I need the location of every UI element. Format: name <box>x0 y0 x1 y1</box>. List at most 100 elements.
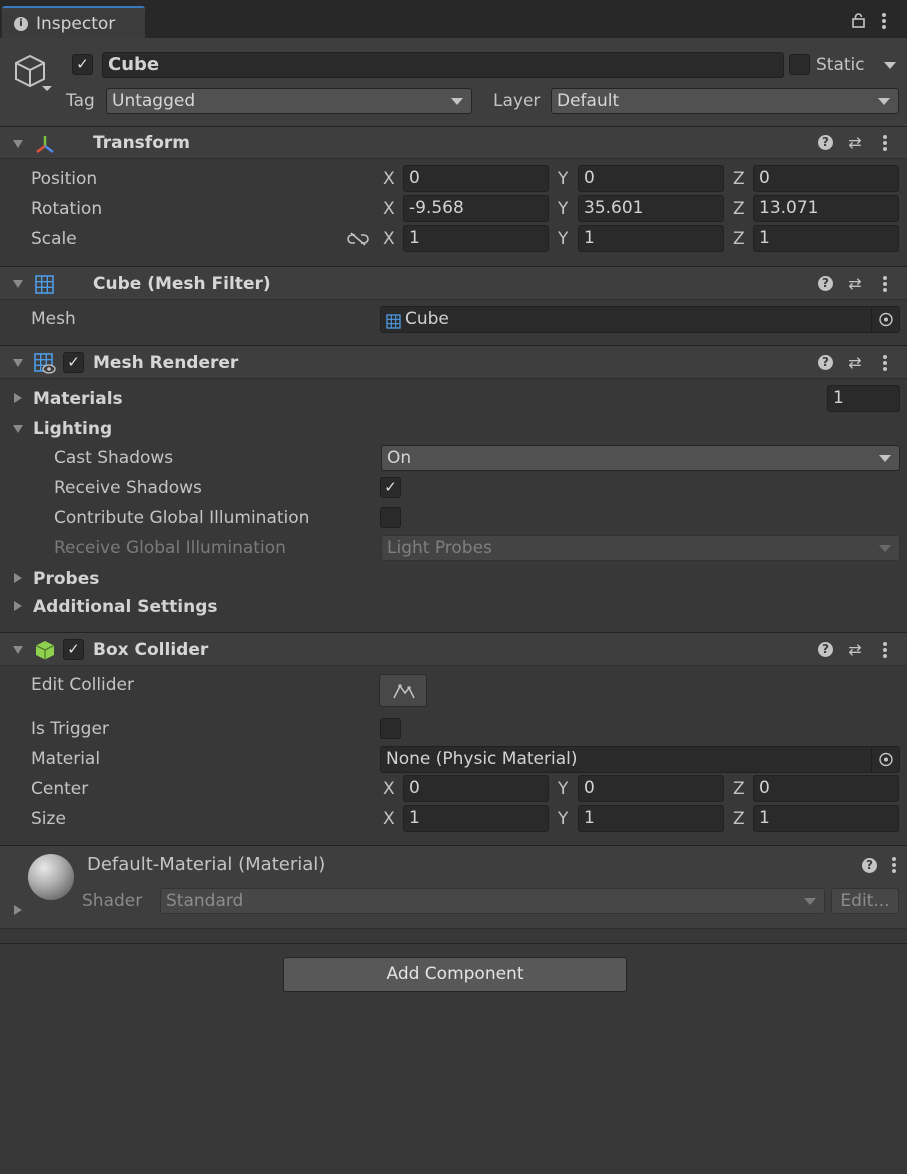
fold-arrow-icon[interactable] <box>13 140 23 148</box>
fold-arrow-icon[interactable] <box>13 646 23 654</box>
preset-icon[interactable]: ⇄ <box>846 640 864 660</box>
axis-x-label[interactable]: X <box>383 809 395 829</box>
axis-z-label[interactable]: Z <box>733 779 745 799</box>
component-menu-icon[interactable] <box>880 641 890 659</box>
preset-icon[interactable]: ⇄ <box>846 353 864 373</box>
material-preview-sphere[interactable] <box>28 854 74 900</box>
help-icon[interactable]: ? <box>818 276 833 291</box>
active-checkbox[interactable]: ✓ <box>72 54 93 75</box>
contribute-gi-label: Contribute Global Illumination <box>54 508 310 528</box>
axis-x-label[interactable]: X <box>383 779 395 799</box>
axis-z-label[interactable]: Z <box>733 809 745 829</box>
position-x-field[interactable]: 0 <box>403 165 549 192</box>
additional-settings-label[interactable]: Additional Settings <box>33 597 218 617</box>
rotation-y-field[interactable]: 35.601 <box>578 195 724 222</box>
preset-icon[interactable]: ⇄ <box>846 274 864 294</box>
position-y-field[interactable]: 0 <box>578 165 724 192</box>
mesh-filter-title: Cube (Mesh Filter) <box>93 274 271 294</box>
axis-y-label[interactable]: Y <box>558 169 568 189</box>
tab-inspector[interactable]: i Inspector <box>2 6 145 39</box>
center-z-field[interactable]: 0 <box>753 775 899 802</box>
fold-right-icon[interactable] <box>14 601 22 611</box>
static-dropdown-arrow[interactable] <box>884 62 896 69</box>
scale-z-field[interactable]: 1 <box>753 225 899 252</box>
chevron-down-icon <box>879 545 891 552</box>
cube-object-icon[interactable] <box>12 52 56 96</box>
position-z-field[interactable]: 0 <box>753 165 899 192</box>
axis-z-label[interactable]: Z <box>733 169 745 189</box>
lock-icon[interactable] <box>852 13 865 28</box>
component-menu-icon[interactable] <box>880 275 890 293</box>
materials-count-field[interactable]: 1 <box>827 385 900 412</box>
material-menu-icon[interactable] <box>889 856 899 874</box>
help-icon[interactable]: ? <box>818 355 833 370</box>
mesh-object-field[interactable]: Cube <box>380 306 900 333</box>
help-icon[interactable]: ? <box>818 642 833 657</box>
axis-x-label[interactable]: X <box>383 229 395 249</box>
scale-x-field[interactable]: 1 <box>403 225 549 252</box>
center-y-field[interactable]: 0 <box>578 775 724 802</box>
is-trigger-label: Is Trigger <box>31 719 109 739</box>
object-picker-icon[interactable] <box>871 747 899 772</box>
layer-label: Layer <box>493 91 541 111</box>
axis-y-label[interactable]: Y <box>558 229 568 249</box>
receive-shadows-checkbox[interactable]: ✓ <box>380 477 401 498</box>
axis-y-label[interactable]: Y <box>558 779 568 799</box>
box-collider-header[interactable]: ✓ Box Collider ? ⇄ <box>0 632 907 666</box>
fold-arrow-icon[interactable] <box>13 359 23 367</box>
transform-header[interactable]: Transform ? ⇄ <box>0 126 907 159</box>
mesh-renderer-enabled-checkbox[interactable]: ✓ <box>63 352 84 373</box>
unlinked-scale-icon[interactable] <box>347 231 369 247</box>
static-checkbox[interactable] <box>789 54 810 75</box>
mesh-label: Mesh <box>31 309 76 329</box>
probes-label[interactable]: Probes <box>33 569 99 589</box>
preset-icon[interactable]: ⇄ <box>846 133 864 153</box>
mesh-renderer-header[interactable]: ✓ Mesh Renderer ? ⇄ <box>0 345 907 379</box>
box-collider-enabled-checkbox[interactable]: ✓ <box>63 639 84 660</box>
axis-z-label[interactable]: Z <box>733 199 745 219</box>
fold-right-icon[interactable] <box>14 393 22 403</box>
axis-z-label[interactable]: Z <box>733 229 745 249</box>
fold-arrow-icon[interactable] <box>13 280 23 288</box>
rotation-z-field[interactable]: 13.071 <box>753 195 899 222</box>
tag-dropdown[interactable]: Untagged <box>106 88 472 114</box>
center-x-field[interactable]: 0 <box>403 775 549 802</box>
axis-y-label[interactable]: Y <box>558 199 568 219</box>
fold-right-icon[interactable] <box>14 905 22 915</box>
physic-material-label: Material <box>31 749 101 769</box>
add-component-label: Add Component <box>386 964 524 984</box>
gameobject-name-field[interactable]: Cube <box>102 52 784 78</box>
shader-label: Shader <box>82 891 143 911</box>
edit-collider-button[interactable] <box>379 674 427 707</box>
shader-dropdown[interactable]: Standard <box>160 888 825 914</box>
edit-shader-button[interactable]: Edit... <box>831 888 899 914</box>
size-z-field[interactable]: 1 <box>753 805 899 832</box>
add-component-button[interactable]: Add Component <box>283 957 627 992</box>
physic-material-field[interactable]: None (Physic Material) <box>380 746 900 773</box>
mesh-filter-header[interactable]: Cube (Mesh Filter) ? ⇄ <box>0 266 907 300</box>
axis-x-label[interactable]: X <box>383 169 395 189</box>
axis-x-label[interactable]: X <box>383 199 395 219</box>
object-picker-icon[interactable] <box>871 307 899 332</box>
fold-arrow-icon[interactable] <box>13 425 23 433</box>
chevron-down-icon <box>878 98 890 105</box>
more-options-icon[interactable] <box>879 12 889 30</box>
materials-label[interactable]: Materials <box>33 389 123 409</box>
cast-shadows-dropdown[interactable]: On <box>381 445 900 471</box>
layer-dropdown[interactable]: Default <box>551 88 899 114</box>
size-x-field[interactable]: 1 <box>403 805 549 832</box>
component-menu-icon[interactable] <box>880 134 890 152</box>
component-menu-icon[interactable] <box>880 354 890 372</box>
is-trigger-checkbox[interactable] <box>380 718 401 739</box>
size-y-field[interactable]: 1 <box>578 805 724 832</box>
lighting-label[interactable]: Lighting <box>33 419 112 439</box>
help-icon[interactable]: ? <box>862 858 877 873</box>
contribute-gi-checkbox[interactable] <box>380 507 401 528</box>
axis-y-label[interactable]: Y <box>558 809 568 829</box>
rotation-x-field[interactable]: -9.568 <box>403 195 549 222</box>
fold-right-icon[interactable] <box>14 573 22 583</box>
scale-y-field[interactable]: 1 <box>578 225 724 252</box>
help-icon[interactable]: ? <box>818 135 833 150</box>
receive-shadows-label: Receive Shadows <box>54 478 202 498</box>
shader-value: Standard <box>166 891 244 911</box>
